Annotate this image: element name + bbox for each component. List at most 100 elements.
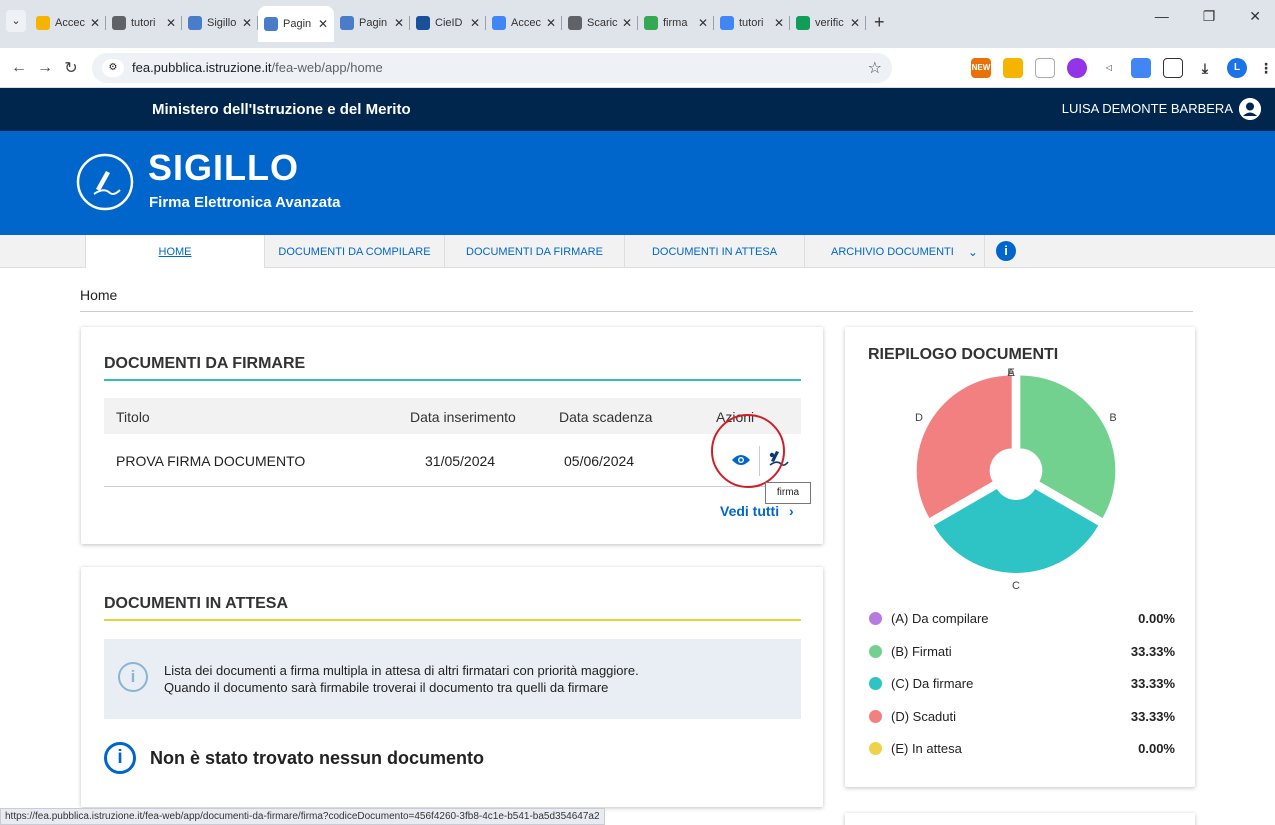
browser-tab[interactable]: verific ✕ bbox=[790, 8, 866, 38]
legend-label: (B) Firmati bbox=[891, 643, 952, 659]
profile-avatar[interactable]: L bbox=[1227, 58, 1247, 78]
documenti-da-firmare-card: DOCUMENTI DA FIRMARE Titolo Data inserim… bbox=[81, 327, 823, 544]
extension-yellow-icon[interactable] bbox=[1003, 58, 1023, 78]
reload-icon[interactable]: ↻ bbox=[58, 58, 84, 78]
legend-dot bbox=[869, 677, 882, 690]
browser-tab[interactable]: Pagin ✕ bbox=[334, 8, 410, 38]
empty-state-text: Non è stato trovato nessun documento bbox=[150, 747, 485, 768]
minimize-icon[interactable]: — bbox=[1155, 8, 1169, 25]
new-tab-button[interactable]: + bbox=[874, 12, 885, 33]
back-icon[interactable]: ← bbox=[6, 59, 32, 77]
row-titolo: PROVA FIRMA DOCUMENTO bbox=[116, 453, 306, 469]
card-title: DOCUMENTI IN ATTESA bbox=[104, 595, 288, 612]
tab-favicon-icon bbox=[492, 16, 506, 30]
info-circle-icon: i bbox=[118, 662, 148, 692]
pie-label: C bbox=[1012, 580, 1020, 592]
tab-close-icon[interactable]: ✕ bbox=[546, 16, 556, 30]
purple-extension-icon[interactable] bbox=[1067, 58, 1087, 78]
card-title: RIEPILOGO DOCUMENTI bbox=[868, 346, 1059, 363]
restore-icon[interactable]: ❐ bbox=[1203, 8, 1216, 25]
tab-close-icon[interactable]: ✕ bbox=[698, 16, 708, 30]
tab-favicon-icon bbox=[796, 16, 810, 30]
ministry-bar: Ministero dell'Istruzione e del Merito L… bbox=[0, 88, 1275, 131]
sigillo-logo-icon[interactable] bbox=[76, 153, 134, 211]
legend-label: (A) Da compilare bbox=[891, 611, 989, 626]
summary-donut-chart: ABCDE bbox=[915, 367, 1117, 592]
tab-label: firma bbox=[663, 17, 688, 29]
tab-close-icon[interactable]: ✕ bbox=[622, 16, 632, 30]
tab-favicon-icon bbox=[644, 16, 658, 30]
tab-label: Scaric bbox=[587, 17, 618, 29]
address-bar[interactable]: ⚙ fea.pubblica.istruzione.it/fea-web/app… bbox=[92, 52, 892, 83]
mute-icon[interactable]: ◁ bbox=[1099, 58, 1119, 78]
download-icon[interactable]: ⤓ bbox=[1195, 58, 1215, 78]
browser-tab[interactable]: Accec ✕ bbox=[30, 8, 106, 38]
legend-dot bbox=[869, 742, 882, 755]
tab-close-icon[interactable]: ✕ bbox=[394, 16, 404, 30]
tab-favicon-icon bbox=[416, 16, 430, 30]
column-titolo: Titolo bbox=[116, 409, 150, 425]
nav-documenti-in-attesa[interactable]: DOCUMENTI IN ATTESA bbox=[625, 235, 805, 268]
browser-tab[interactable]: tutori ✕ bbox=[106, 8, 182, 38]
translate-extension-icon[interactable] bbox=[1131, 58, 1151, 78]
nav-home[interactable]: HOME bbox=[85, 235, 265, 268]
browser-tab[interactable]: Sigillo ✕ bbox=[182, 8, 258, 38]
tab-label: Pagin bbox=[283, 18, 312, 30]
browser-tab[interactable]: Pagin ✕ bbox=[258, 6, 334, 42]
legend-value: 33.33% bbox=[1130, 643, 1175, 659]
tab-close-icon[interactable]: ✕ bbox=[470, 16, 480, 30]
ministry-title[interactable]: Ministero dell'Istruzione e del Merito bbox=[152, 101, 411, 118]
pie-slice-c[interactable] bbox=[933, 489, 1099, 573]
browser-tab[interactable]: firma ✕ bbox=[638, 8, 714, 38]
breadcrumb: Home bbox=[80, 287, 118, 303]
app-name[interactable]: SIGILLO bbox=[148, 147, 299, 189]
tab-close-icon[interactable]: ✕ bbox=[90, 16, 100, 30]
new-extension-icon[interactable]: NEW bbox=[971, 58, 991, 78]
tab-label: tutori bbox=[131, 17, 156, 29]
legend-item: (E) In attesa 0.00% bbox=[869, 740, 1175, 760]
riepilogo-documenti-card: RIEPILOGO DOCUMENTI ABCDE (A) Da compila… bbox=[845, 327, 1195, 787]
cup-extension-icon[interactable] bbox=[1035, 58, 1055, 78]
browser-tab[interactable]: tutori ✕ bbox=[714, 8, 790, 38]
brand-header: SIGILLO Firma Elettronica Avanzata bbox=[0, 131, 1275, 235]
tab-close-icon[interactable]: ✕ bbox=[166, 16, 176, 30]
info-callout: i Lista dei documenti a firma multipla i… bbox=[104, 639, 801, 719]
tab-close-icon[interactable]: ✕ bbox=[850, 16, 860, 30]
info-line-2: Quando il documento sarà firmabile trove… bbox=[164, 680, 609, 695]
info-icon[interactable]: i bbox=[996, 241, 1016, 261]
status-bar-url: https://fea.pubblica.istruzione.it/fea-w… bbox=[0, 808, 605, 825]
site-info-icon[interactable]: ⚙ bbox=[102, 58, 124, 77]
user-avatar-icon[interactable] bbox=[1239, 98, 1261, 120]
tab-search-button[interactable]: ⌄ bbox=[6, 10, 26, 32]
card-title-underline bbox=[104, 379, 801, 381]
extensions-bar: NEW ◁ ⤓ L ⋮ bbox=[971, 58, 1273, 78]
firma-tooltip: firma bbox=[765, 482, 811, 504]
info-text: Lista dei documenti a firma multipla in … bbox=[164, 662, 784, 696]
tab-close-icon[interactable]: ✕ bbox=[774, 16, 784, 30]
tab-close-icon[interactable]: ✕ bbox=[242, 16, 252, 30]
browser-tab[interactable]: Scaric ✕ bbox=[562, 8, 638, 38]
browser-tab[interactable]: CieID ✕ bbox=[410, 8, 486, 38]
legend-label: (C) Da firmare bbox=[891, 676, 974, 691]
forward-icon[interactable]: → bbox=[32, 59, 58, 77]
vedi-tutti-link[interactable]: Vedi tutti › bbox=[720, 503, 794, 519]
nav-documenti-da-firmare[interactable]: DOCUMENTI DA FIRMARE bbox=[445, 235, 625, 268]
close-window-icon[interactable]: ✕ bbox=[1249, 8, 1261, 25]
puzzle-icon[interactable] bbox=[1163, 58, 1183, 78]
vedi-tutti-label: Vedi tutti bbox=[720, 503, 780, 519]
bookmark-star-icon[interactable]: ☆ bbox=[868, 58, 882, 78]
row-data-inserimento: 31/05/2024 bbox=[425, 453, 496, 469]
nav-documenti-da-compilare[interactable]: DOCUMENTI DA COMPILARE bbox=[265, 235, 445, 268]
tab-list: Accec ✕ tutori ✕ Sigillo ✕ Pagin ✕ Pagin ✕ CieID ✕ A… bbox=[30, 6, 866, 42]
tab-close-icon[interactable]: ✕ bbox=[318, 17, 328, 31]
chevron-down-icon: ⌄ bbox=[967, 244, 978, 259]
breadcrumb-divider bbox=[80, 311, 1193, 312]
next-card bbox=[845, 813, 1195, 825]
user-name[interactable]: LUISA DEMONTE BARBERA bbox=[1062, 101, 1233, 116]
browser-tab[interactable]: Accec ✕ bbox=[486, 8, 562, 38]
legend-value: 0.00% bbox=[1138, 741, 1175, 756]
nav-archivio-documenti[interactable]: ARCHIVIO DOCUMENTI ⌄ bbox=[805, 235, 985, 268]
tab-favicon-icon bbox=[340, 16, 354, 30]
tab-label: Sigillo bbox=[207, 17, 237, 29]
menu-dots-icon[interactable]: ⋮ bbox=[1259, 58, 1273, 78]
